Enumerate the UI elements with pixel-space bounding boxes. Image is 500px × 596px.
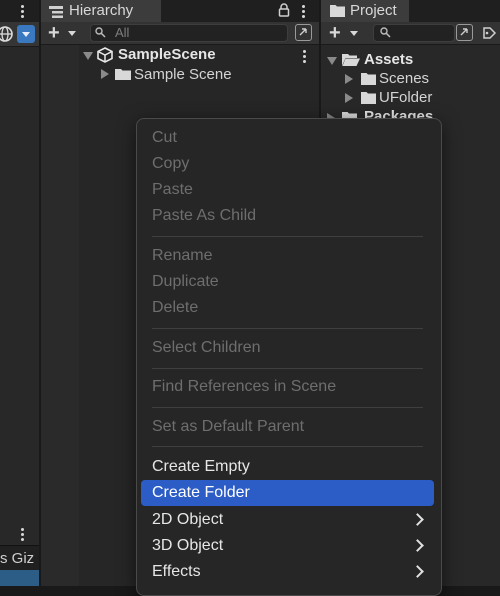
scenes-folder-label[interactable]: Scenes <box>379 70 429 87</box>
create-dropdown-chevron-icon[interactable] <box>350 31 358 36</box>
project-search-input[interactable] <box>373 24 455 42</box>
menu-item-find-references[interactable]: Find References in Scene <box>152 378 336 396</box>
assets-label[interactable]: Assets <box>364 51 413 68</box>
selected-row-strip <box>0 570 39 586</box>
expand-ufolder-icon[interactable] <box>345 93 353 103</box>
menu-separator <box>152 236 423 237</box>
scene-more-icon[interactable] <box>21 5 25 20</box>
open-folder-icon <box>342 53 360 67</box>
menu-item-cut[interactable]: Cut <box>152 129 177 147</box>
menu-item-set-default-parent[interactable]: Set as Default Parent <box>152 418 304 436</box>
menu-item-paste[interactable]: Paste <box>152 181 193 199</box>
gizmo-globe-icon[interactable] <box>0 26 14 42</box>
hierarchy-search-input[interactable]: All <box>90 24 288 42</box>
list-icon <box>49 5 63 18</box>
create-asset-icon[interactable]: + <box>329 23 341 43</box>
hierarchy-tab-label: Hierarchy <box>69 2 134 19</box>
scene-panel <box>0 0 39 586</box>
menu-item-3d-object[interactable]: 3D Object <box>152 537 223 555</box>
menu-item-paste-as-child[interactable]: Paste As Child <box>152 207 256 225</box>
project-folder-icon <box>330 4 345 17</box>
ufolder-label[interactable]: UFolder <box>379 89 432 106</box>
folder-icon <box>115 67 131 81</box>
project-search-icon <box>380 26 392 38</box>
expand-sample-scene-child-icon[interactable] <box>101 69 109 79</box>
menu-item-copy[interactable]: Copy <box>152 155 189 173</box>
project-tab-label: Project <box>350 2 397 19</box>
menu-separator <box>152 368 423 369</box>
expand-scenes-icon[interactable] <box>345 74 353 84</box>
menu-item-create-folder[interactable]: Create Folder <box>152 484 250 502</box>
gizmo-dropdown-button[interactable] <box>17 25 35 43</box>
menu-separator <box>152 407 423 408</box>
menu-item-delete[interactable]: Delete <box>152 299 198 317</box>
menu-separator <box>152 328 423 329</box>
hierarchy-more-icon[interactable] <box>302 5 306 20</box>
label-filter-icon[interactable] <box>483 25 500 40</box>
chevron-down-icon <box>22 32 30 37</box>
menu-item-rename[interactable]: Rename <box>152 247 212 265</box>
scene-child-label[interactable]: Sample Scene <box>134 66 232 83</box>
bottom-tab-labels[interactable]: s Giz <box>0 550 34 567</box>
scene-tab-bar <box>0 0 39 23</box>
scene-root-more-icon[interactable] <box>303 50 307 65</box>
hierarchy-gutter <box>41 45 79 586</box>
tab-hierarchy[interactable]: Hierarchy <box>41 0 161 22</box>
add-object-icon[interactable]: + <box>48 23 60 43</box>
scene-visibility-icon[interactable] <box>295 24 312 41</box>
menu-item-2d-object[interactable]: 2D Object <box>152 511 223 529</box>
expand-sample-scene-icon[interactable] <box>83 52 93 60</box>
tab-project[interactable]: Project <box>321 0 409 22</box>
search-placeholder: All <box>115 25 130 40</box>
search-by-type-icon[interactable] <box>456 24 473 41</box>
unity-scene-icon <box>97 47 113 63</box>
lock-icon[interactable] <box>278 3 290 17</box>
menu-item-duplicate[interactable]: Duplicate <box>152 273 219 291</box>
menu-separator <box>152 446 423 447</box>
scenes-folder-icon <box>361 72 376 85</box>
bottom-panel-more-icon[interactable] <box>21 528 25 543</box>
menu-item-effects[interactable]: Effects <box>152 563 201 581</box>
menu-item-create-empty[interactable]: Create Empty <box>152 458 250 476</box>
scene-root-label[interactable]: SampleScene <box>118 46 216 63</box>
ufolder-icon <box>361 91 376 104</box>
menu-item-select-children[interactable]: Select Children <box>152 339 261 357</box>
add-dropdown-chevron-icon[interactable] <box>68 31 76 36</box>
search-icon <box>95 26 107 38</box>
expand-assets-icon[interactable] <box>327 57 337 65</box>
